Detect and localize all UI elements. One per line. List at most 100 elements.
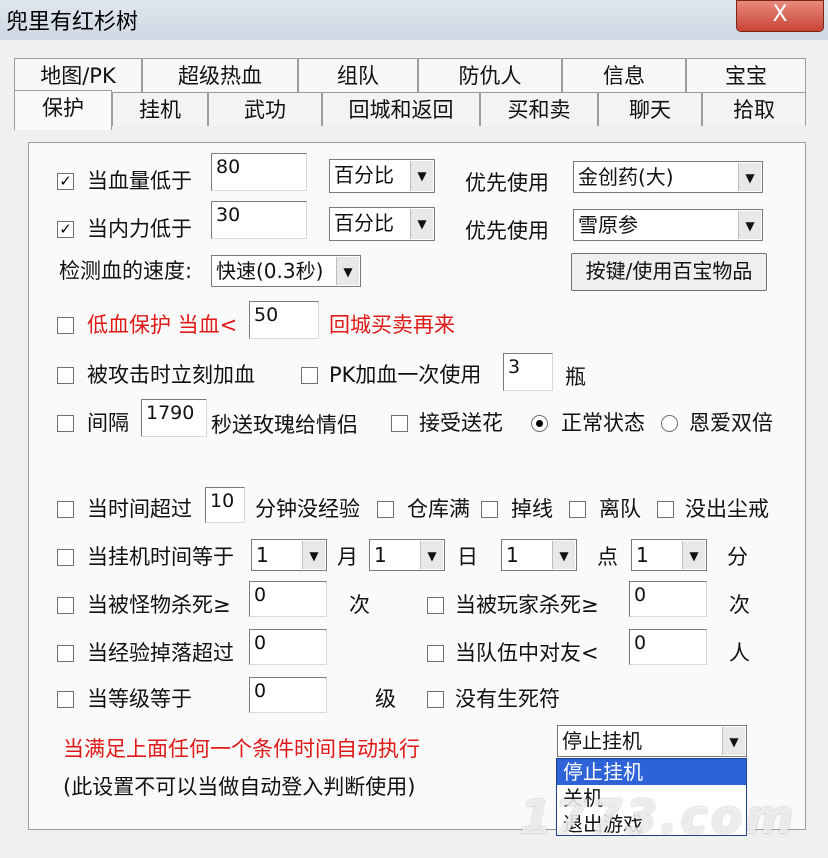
tab-info[interactable]: 信息 <box>562 58 686 92</box>
exp-drop-input[interactable]: 0 <box>249 629 327 665</box>
hp-checkbox[interactable]: ✓ <box>57 173 74 190</box>
tab-chat[interactable]: 聊天 <box>598 92 702 126</box>
tab-super-blood[interactable]: 超级热血 <box>142 58 298 92</box>
close-icon: X <box>772 2 788 27</box>
team-label: 当队伍中对友< <box>455 641 599 665</box>
hp-item-select[interactable]: 金创药(大) ▼ <box>573 161 763 193</box>
day-label: 日 <box>457 545 478 569</box>
chevron-down-icon: ▼ <box>722 727 745 755</box>
pk-label: PK加血一次使用 <box>329 363 482 387</box>
dust-ring-label: 没出尘戒 <box>685 497 769 521</box>
low-hp-checkbox[interactable] <box>57 317 74 334</box>
attacked-checkbox[interactable] <box>57 367 74 384</box>
tab-afk[interactable]: 挂机 <box>112 92 208 126</box>
hp-unit-value: 百分比 <box>334 163 394 187</box>
love-double-label: 恩爱双倍 <box>689 411 773 435</box>
tab-enemy[interactable]: 防仇人 <box>418 58 562 92</box>
hp-unit-select[interactable]: 百分比 ▼ <box>329 159 435 193</box>
low-hp-suffix: 回城买卖再来 <box>329 313 455 337</box>
chevron-down-icon: ▼ <box>420 541 443 569</box>
mp-use-label: 优先使用 <box>465 219 549 243</box>
hp-use-label: 优先使用 <box>465 171 549 195</box>
monster-kill-input[interactable]: 0 <box>249 581 327 617</box>
chevron-down-icon: ▼ <box>682 541 705 569</box>
tab-protect[interactable]: 保护 <box>14 90 112 130</box>
speed-value: 快速(0.3秒) <box>216 259 324 283</box>
leave-team-label: 离队 <box>599 497 641 521</box>
note-label: (此设置不可以当做自动登入判断使用) <box>63 775 416 799</box>
speed-label: 检测血的速度: <box>59 259 193 283</box>
hp-threshold-input[interactable]: 80 <box>211 153 307 191</box>
player-kill-checkbox[interactable] <box>427 597 444 614</box>
attacked-label: 被攻击时立刻加血 <box>87 363 255 387</box>
interval-label: 间隔 <box>87 411 129 435</box>
chevron-down-icon: ▼ <box>302 541 325 569</box>
action-option-stop[interactable]: 停止挂机 <box>557 759 746 785</box>
level-checkbox[interactable] <box>57 691 74 708</box>
disconnect-checkbox[interactable] <box>481 501 498 518</box>
action-select[interactable]: 停止挂机 ▼ <box>557 725 747 757</box>
pk-suffix: 瓶 <box>565 365 586 389</box>
exp-drop-label: 当经验掉落超过 <box>87 641 234 665</box>
time-input[interactable]: 10 <box>205 487 245 523</box>
time-label: 当时间超过 <box>87 497 192 521</box>
normal-state-radio[interactable] <box>531 415 548 432</box>
minute-select[interactable]: 1 ▼ <box>631 539 707 571</box>
level-unit: 级 <box>375 687 396 711</box>
time-suffix: 分钟没经验 <box>255 497 360 521</box>
minute-label: 分 <box>727 545 748 569</box>
level-label: 当等级等于 <box>87 687 192 711</box>
day-select[interactable]: 1 ▼ <box>369 539 445 571</box>
warehouse-checkbox[interactable] <box>377 501 394 518</box>
pk-checkbox[interactable] <box>301 367 318 384</box>
level-input[interactable]: 0 <box>249 677 327 713</box>
team-checkbox[interactable] <box>427 645 444 662</box>
afk-time-checkbox[interactable] <box>57 549 74 566</box>
close-button[interactable]: X <box>736 0 824 32</box>
player-kill-input[interactable]: 0 <box>629 581 707 617</box>
talisman-label: 没有生死符 <box>455 687 560 711</box>
mp-item-value: 雪原参 <box>578 213 638 237</box>
speed-select[interactable]: 快速(0.3秒) ▼ <box>211 255 361 287</box>
month-value: 1 <box>256 543 269 567</box>
interval-suffix: 秒送玫瑰给情侣 <box>211 413 358 437</box>
chevron-down-icon: ▼ <box>738 163 761 191</box>
warehouse-label: 仓库满 <box>407 497 470 521</box>
month-select[interactable]: 1 ▼ <box>251 539 327 571</box>
low-hp-label: 低血保护 当血< <box>87 313 238 337</box>
tab-return-city[interactable]: 回城和返回 <box>322 92 480 126</box>
tab-team[interactable]: 组队 <box>298 58 418 92</box>
love-double-radio[interactable] <box>661 415 678 432</box>
monster-kill-checkbox[interactable] <box>57 597 74 614</box>
hotkey-item-button[interactable]: 按键/使用百宝物品 <box>571 253 767 291</box>
tab-map-pk[interactable]: 地图/PK <box>14 58 142 92</box>
interval-checkbox[interactable] <box>57 415 74 432</box>
dust-ring-checkbox[interactable] <box>657 501 674 518</box>
mp-unit-select[interactable]: 百分比 ▼ <box>329 207 435 241</box>
window-title: 兜里有红杉树 <box>6 10 139 35</box>
exp-drop-checkbox[interactable] <box>57 645 74 662</box>
team-input[interactable]: 0 <box>629 629 707 665</box>
player-kill-label: 当被玩家杀死≥ <box>455 593 599 617</box>
tab-trade[interactable]: 买和卖 <box>480 92 598 126</box>
talisman-checkbox[interactable] <box>427 691 444 708</box>
mp-item-select[interactable]: 雪原参 ▼ <box>573 209 763 241</box>
normal-state-label: 正常状态 <box>561 411 645 435</box>
month-label: 月 <box>337 545 358 569</box>
interval-input[interactable]: 1790 <box>141 399 207 437</box>
leave-team-checkbox[interactable] <box>569 501 586 518</box>
hour-value: 1 <box>506 543 519 567</box>
low-hp-input[interactable]: 50 <box>249 301 319 339</box>
tab-pet[interactable]: 宝宝 <box>686 58 806 92</box>
monster-kill-label: 当被怪物杀死≥ <box>87 593 231 617</box>
accept-flower-checkbox[interactable] <box>391 415 408 432</box>
tab-skills[interactable]: 武功 <box>208 92 322 126</box>
time-checkbox[interactable] <box>57 501 74 518</box>
team-unit: 人 <box>729 641 750 665</box>
tab-pickup[interactable]: 拾取 <box>702 92 806 126</box>
mp-checkbox[interactable]: ✓ <box>57 221 74 238</box>
afk-time-label: 当挂机时间等于 <box>87 545 234 569</box>
mp-threshold-input[interactable]: 30 <box>211 201 307 239</box>
pk-count-input[interactable]: 3 <box>503 353 553 391</box>
hour-select[interactable]: 1 ▼ <box>501 539 577 571</box>
